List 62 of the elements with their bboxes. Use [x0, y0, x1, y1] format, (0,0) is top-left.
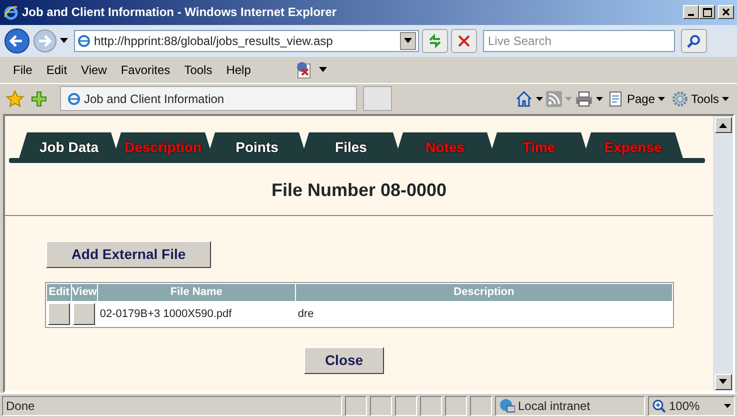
- dropdown-button[interactable]: [400, 32, 416, 50]
- table-cell-text: dre: [296, 306, 315, 322]
- browser-logo-icon: [3, 4, 19, 20]
- address-field[interactable]: http://hpprint:88/global/jobs_results_view.asp: [74, 30, 419, 52]
- page-heading: File Number 08-0000: [5, 163, 713, 216]
- menu-item[interactable]: Edit: [39, 60, 74, 79]
- star-icon[interactable]: [6, 90, 24, 108]
- page-icon: [77, 34, 91, 48]
- zoom-icon: [652, 398, 666, 412]
- table-cell-text: 02-0179B+3 1000X590.pdf: [98, 306, 233, 322]
- add-favorite-icon[interactable]: [30, 90, 48, 108]
- caret-icon[interactable]: [536, 96, 543, 101]
- page-icon: [608, 90, 624, 107]
- print-icon[interactable]: [574, 90, 593, 107]
- menu-item[interactable]: File: [6, 60, 40, 79]
- zoom-control[interactable]: 100%: [648, 396, 735, 416]
- menu-item[interactable]: Help: [219, 60, 258, 79]
- command-button[interactable]: Page: [606, 90, 667, 108]
- menu-item[interactable]: Favorites: [114, 60, 178, 79]
- search-button[interactable]: [681, 28, 707, 53]
- search-icon: [687, 34, 701, 48]
- refresh-icon: [427, 32, 443, 49]
- close-icon: [722, 8, 730, 16]
- view-button[interactable]: [73, 302, 95, 325]
- stop-button[interactable]: [451, 28, 477, 53]
- gear-icon: [672, 90, 688, 107]
- caret-icon: [722, 96, 729, 101]
- caret-icon: [404, 38, 412, 44]
- caret-icon[interactable]: [60, 38, 68, 44]
- status-text: Done: [6, 398, 35, 414]
- caret-icon: [724, 404, 731, 408]
- column-header: File Name: [98, 284, 295, 301]
- close-page-button[interactable]: Close: [304, 346, 384, 374]
- column-header: Description: [296, 284, 672, 301]
- zone-text: Local intranet: [518, 398, 590, 414]
- add-file-button[interactable]: Add External File: [46, 241, 211, 268]
- back-icon[interactable]: [4, 28, 30, 54]
- page-icon: [67, 92, 81, 106]
- page-tab[interactable]: Job Data: [19, 132, 119, 158]
- maximize-button[interactable]: [699, 5, 715, 20]
- close-button[interactable]: [718, 5, 734, 20]
- home-icon[interactable]: [514, 90, 533, 108]
- browser-tab[interactable]: Job and Client Information: [60, 86, 357, 112]
- menu-item[interactable]: View: [74, 60, 114, 79]
- url-text: http://hpprint:88/global/jobs_results_view.asp: [94, 32, 333, 50]
- menu-item[interactable]: Tools: [177, 60, 220, 79]
- minimize-button[interactable]: [683, 5, 699, 20]
- edit-button[interactable]: [48, 302, 70, 325]
- maximize-icon: [702, 8, 712, 17]
- column-header: Edit: [47, 284, 71, 301]
- refresh-button[interactable]: [422, 28, 448, 53]
- scroll-down-icon[interactable]: [719, 379, 727, 384]
- column-header: View: [72, 284, 97, 301]
- search-field[interactable]: Live Search: [483, 30, 675, 52]
- window-title: Job and Client Information - Windows Internet Explorer: [22, 4, 337, 22]
- caret-icon: [658, 96, 665, 101]
- caret-icon[interactable]: [318, 67, 327, 72]
- network-icon: [499, 398, 515, 414]
- command-button[interactable]: Tools: [670, 90, 731, 108]
- stop-icon: [458, 34, 470, 47]
- scroll-up-icon[interactable]: [719, 122, 727, 128]
- caret-icon[interactable]: [596, 96, 603, 101]
